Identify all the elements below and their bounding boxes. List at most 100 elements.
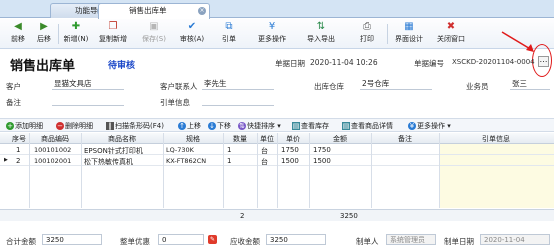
maker-label: 制单人 — [356, 237, 379, 246]
cell-name[interactable]: EPSON针式打印机 — [84, 146, 162, 156]
print-button[interactable]: ⎙ 打印 — [356, 21, 378, 48]
column-divider — [163, 133, 164, 208]
chevron-down-icon: ▾ — [275, 122, 281, 130]
ref-order-button[interactable]: ⧉ 引单 — [218, 21, 240, 48]
cell-code[interactable]: 100102001 — [34, 157, 71, 165]
design-icon: ▦ — [404, 21, 414, 32]
scan-barcode-label: 扫描条形码(F4) — [115, 122, 164, 130]
cell-qty[interactable]: 1 — [227, 157, 231, 165]
warehouse-field[interactable]: 2号仓库 — [360, 79, 432, 90]
col-header[interactable]: 规格 — [164, 134, 222, 144]
view-stock-label: 查看库存 — [301, 122, 329, 130]
move-up-label: 上移 — [187, 122, 201, 130]
col-header[interactable]: 引单信息 — [440, 134, 552, 144]
doc-no-label: 单据编号 — [414, 59, 444, 68]
footer-qty-total: 2 — [240, 212, 245, 220]
new-button[interactable]: ✚ 新增(N) — [62, 21, 90, 48]
col-header[interactable]: 单位 — [258, 134, 276, 144]
date-value[interactable]: 2020-11-04 10:26 — [310, 58, 378, 67]
col-header[interactable]: 备注 — [372, 134, 438, 144]
receivable-label: 应收金额 — [230, 237, 260, 246]
cell-unit[interactable]: 台 — [261, 146, 268, 156]
customer-label: 客户 — [6, 82, 21, 91]
cell-amount[interactable]: 1500 — [313, 157, 331, 165]
grid-more-ops-button[interactable]: ¥ 更多操作 ▾ — [408, 121, 451, 131]
import-export-button[interactable]: ⇅ 导入导出 — [304, 21, 338, 48]
ui-design-button[interactable]: ▦ 界面设计 — [392, 21, 426, 48]
cell-amount[interactable]: 1750 — [313, 146, 331, 154]
add-row-button[interactable]: + 添加明细 — [6, 121, 43, 131]
more-ops-button[interactable]: ¥ 更多操作 — [256, 21, 288, 48]
quick-sort-button[interactable]: ⇅ 快捷排序 ▾ — [238, 121, 281, 131]
status-badge: 待审核 — [108, 61, 136, 71]
close-window-button[interactable]: ✖ 关闭窗口 — [434, 21, 468, 48]
column-divider — [439, 133, 440, 208]
make-date-field: 2020-11-04 — [480, 234, 550, 245]
copy-new-button[interactable]: ❐ 复制新增 — [96, 21, 130, 48]
scan-barcode-button[interactable]: ‖ 扫描条形码(F4) — [106, 121, 164, 131]
quick-sort-label: 快捷排序 — [247, 122, 275, 130]
col-header[interactable]: 商品编码 — [30, 134, 80, 144]
column-divider — [81, 133, 82, 208]
col-header[interactable]: 单价 — [278, 134, 308, 144]
more-ops-label: 更多操作 — [258, 35, 286, 43]
ref-info-field[interactable] — [202, 95, 274, 106]
move-up-button[interactable]: ↑ 上移 — [178, 121, 201, 131]
check-icon: ✔ — [187, 21, 197, 32]
col-header[interactable]: 序号 — [10, 134, 28, 144]
close-tab-icon[interactable]: × — [198, 7, 206, 15]
save-button[interactable]: ▣ 保存(S) — [140, 21, 168, 48]
tab-bar: 功能导航面 × 销售出库单 × — [0, 0, 554, 19]
grid-footer: 2 3250 — [0, 209, 554, 221]
cell-name[interactable]: 松下热敏传真机 — [84, 157, 162, 167]
ref-info-label: 引单信息 — [160, 98, 190, 107]
view-stock-button[interactable]: ▤ 查看库存 — [292, 121, 329, 131]
total-field: 3250 — [42, 234, 102, 245]
discount-field[interactable]: 0 — [158, 234, 204, 245]
delete-row-button[interactable]: − 删除明细 — [56, 121, 93, 131]
more-options-button[interactable]: … — [538, 56, 549, 67]
move-down-label: 下移 — [217, 122, 231, 130]
link-icon: ⧉ — [225, 21, 233, 32]
receivable-field: 3250 — [266, 234, 326, 245]
col-header[interactable]: 金额 — [310, 134, 370, 144]
col-header[interactable]: 商品名称 — [82, 134, 162, 144]
salesman-label: 业务员 — [466, 82, 489, 91]
approve-label: 审核(A) — [179, 35, 205, 43]
plus-circle-icon: + — [6, 122, 14, 130]
cell-unit[interactable]: 台 — [261, 157, 268, 167]
contact-field[interactable]: 李先生 — [202, 79, 274, 90]
customer-field[interactable]: 显猫文具店 — [52, 79, 124, 90]
cell-spec: LQ-730K — [166, 146, 194, 154]
close-icon: ✖ — [446, 21, 456, 32]
tab-sales-outbound[interactable]: 销售出库单 × — [98, 3, 210, 19]
import-export-label: 导入导出 — [307, 35, 335, 43]
salesman-field[interactable]: 张三 — [510, 79, 550, 90]
close-window-label: 关闭窗口 — [437, 35, 465, 43]
cell-price[interactable]: 1750 — [281, 146, 299, 154]
view-product-detail-button[interactable]: ▤ 查看商品详情 — [342, 121, 393, 131]
arrow-down-icon: ↓ — [208, 122, 216, 130]
new-label: 新增(N) — [63, 35, 89, 43]
cell-code[interactable]: 100101002 — [34, 146, 71, 154]
cell-qty[interactable]: 1 — [227, 146, 231, 154]
total-label: 合计金额 — [6, 237, 36, 246]
edit-icon[interactable]: ✎ — [208, 235, 217, 244]
main-toolbar: ◀ 前移 ▶ 后移 ✚ 新增(N) ❐ 复制新增 ▣ 保存(S) ✔ 审核(A)… — [0, 19, 554, 49]
approve-button[interactable]: ✔ 审核(A) — [178, 21, 206, 48]
more-icon: ¥ — [268, 21, 276, 32]
cell-price[interactable]: 1500 — [281, 157, 299, 165]
remark-field[interactable] — [52, 95, 124, 106]
chevron-down-icon: ▾ — [445, 122, 451, 130]
col-header[interactable]: 数量 — [224, 134, 256, 144]
move-down-button[interactable]: ↓ 下移 — [208, 121, 231, 131]
minus-circle-icon: − — [56, 122, 64, 130]
prev-button[interactable]: ◀ 前移 — [8, 21, 28, 48]
more-icon: ¥ — [408, 122, 416, 130]
detail-grid: 序号 商品编码 商品名称 规格 数量 单位 单价 金额 备注 引单信息 1 10… — [0, 133, 554, 221]
doc-no-value[interactable]: XSCKD-20201104-0004 — [452, 58, 536, 66]
column-divider — [223, 133, 224, 208]
next-button[interactable]: ▶ 后移 — [34, 21, 54, 48]
arrow-left-icon: ◀ — [14, 21, 22, 32]
maker-field: 系统管理员 — [386, 234, 436, 245]
